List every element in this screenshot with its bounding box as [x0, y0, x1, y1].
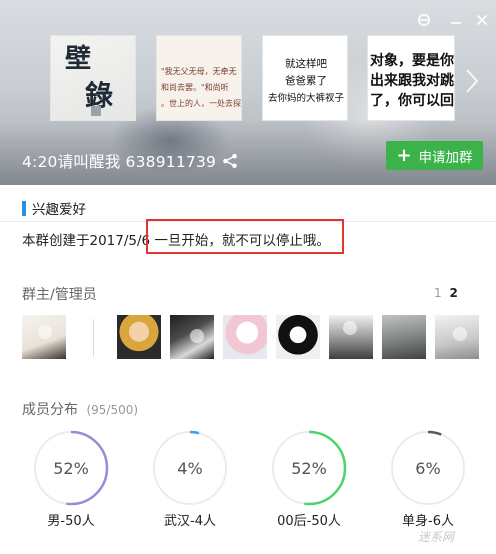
avatar[interactable]: [435, 315, 479, 359]
avatar[interactable]: [329, 315, 373, 359]
thumbnail-text: 对象，要是你: [370, 53, 454, 69]
highlight-box: [146, 219, 344, 254]
plus-icon: +: [396, 144, 412, 166]
group-header: 壁 錄 "我无父无母，无牵无 和尚去罢。"和尚听 。世上的人，一处去探 就这样吧…: [0, 0, 496, 185]
avatar-face: [343, 321, 357, 335]
admins-heading: 群主/管理员: [22, 287, 97, 303]
avatar-face: [190, 329, 204, 343]
distribution-heading: 成员分布 (95/500): [22, 399, 138, 419]
sticker-line: 去你妈的大裤衩子: [267, 93, 344, 104]
divider: [93, 319, 94, 357]
watermark: 迷系网: [418, 530, 455, 544]
calligraphy-text: 壁: [65, 44, 92, 74]
seal-stamp: [91, 106, 101, 116]
poem-line: 。世上的人，一处去探: [161, 99, 241, 108]
poem-line: "我无父无母，无牵无: [161, 67, 237, 76]
stat-label: 武汉-4人: [164, 514, 216, 529]
stat-label: 00后-50人: [277, 514, 341, 529]
avatar[interactable]: [223, 315, 267, 359]
stat-label: 单身-6人: [402, 514, 454, 529]
avatar[interactable]: [382, 315, 426, 359]
stat-ring-gender[interactable]: 52%: [33, 430, 109, 506]
stat-ring-age[interactable]: 52%: [271, 430, 347, 506]
interests-heading: 兴趣爱好: [22, 198, 86, 218]
avatar[interactable]: [276, 315, 320, 359]
page-number-current[interactable]: 2: [449, 286, 457, 300]
album-thumbnail[interactable]: 壁 錄: [50, 35, 136, 121]
interests-heading-label: 兴趣爱好: [32, 202, 86, 218]
stat-percent: 52%: [291, 459, 327, 478]
close-icon[interactable]: [471, 10, 493, 30]
stat-percent: 52%: [53, 459, 89, 478]
album-thumbnail[interactable]: 就这样吧 爸爸累了 去你妈的大裤衩子: [262, 35, 348, 121]
avatar-face: [38, 325, 52, 339]
stat-percent: 6%: [415, 459, 441, 478]
page-number[interactable]: 1: [434, 286, 442, 300]
share-icon[interactable]: [222, 153, 238, 169]
section-marker: [22, 200, 26, 216]
avatar-face: [453, 327, 467, 341]
join-group-button[interactable]: + 申请加群: [386, 141, 483, 170]
group-title: 4:20请叫醒我 638911739: [22, 150, 238, 172]
sticker-line: 爸爸累了: [285, 75, 327, 87]
avatar[interactable]: [22, 315, 66, 359]
stat-ring-single[interactable]: 6%: [390, 430, 466, 506]
chevron-right-icon[interactable]: [465, 68, 483, 96]
stat-ring-region[interactable]: 4%: [152, 430, 228, 506]
album-thumbnail[interactable]: "我无父无母，无牵无 和尚去罢。"和尚听 。世上的人，一处去探: [156, 35, 242, 121]
thumbnail-text: 了，你可以回: [370, 93, 454, 109]
admins-pager[interactable]: 1 2: [434, 286, 458, 300]
group-name: 4:20请叫醒我 638911739: [22, 153, 217, 171]
pin-icon[interactable]: [413, 10, 435, 30]
thumbnail-text: 出来跟我对跳: [370, 73, 454, 89]
stat-label: 男-50人: [47, 514, 95, 529]
distribution-heading-label: 成员分布: [22, 402, 78, 418]
join-button-label: 申请加群: [418, 149, 473, 166]
avatar[interactable]: [117, 315, 161, 359]
stat-percent: 4%: [177, 459, 203, 478]
album-thumbnail[interactable]: 对象，要是你 出来跟我对跳 了，你可以回: [367, 35, 455, 121]
member-count: (95/500): [86, 403, 139, 417]
minimize-icon[interactable]: [445, 10, 467, 30]
avatar[interactable]: [170, 315, 214, 359]
sticker-line: 就这样吧: [285, 58, 327, 70]
poem-line: 和尚去罢。"和尚听: [161, 83, 229, 92]
